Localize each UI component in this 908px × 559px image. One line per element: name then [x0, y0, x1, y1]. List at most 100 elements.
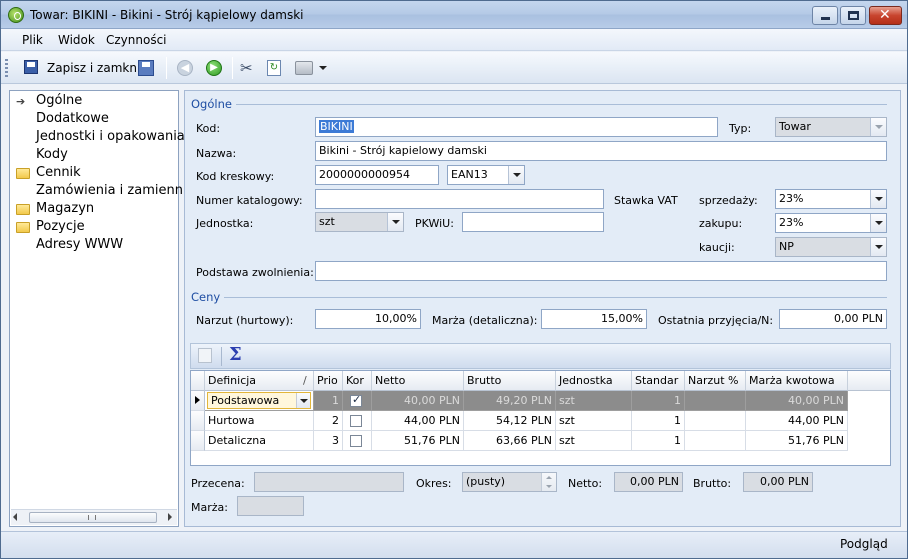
marza-input[interactable]: 15,00% [541, 309, 647, 329]
tree-item-jednostki[interactable]: Jednostki i opakowania [36, 129, 185, 144]
kor-cell[interactable] [343, 411, 372, 431]
menu-widok[interactable]: Widok [58, 33, 95, 47]
scroll-right-icon[interactable] [168, 513, 172, 521]
definicja-cell[interactable]: Detaliczna [205, 431, 314, 451]
narzut-input[interactable]: 10,00% [315, 309, 421, 329]
scroll-left-icon[interactable] [13, 513, 17, 521]
kod-input[interactable]: BIKINI [315, 117, 718, 137]
column-header-prio[interactable]: Prio [314, 371, 343, 391]
table-row[interactable]: Hurtowa 2 44,00 PLN 54,12 PLN szt 1 44,0… [191, 411, 848, 431]
horizontal-scrollbar[interactable] [11, 509, 177, 525]
kor-cell[interactable]: ✓ [343, 391, 372, 411]
ean-type-select[interactable]: EAN13 [447, 165, 525, 185]
netto-value: 0,00 PLN [614, 472, 683, 492]
podstawa-zwolnienia-label: Podstawa zwolnienia: [196, 266, 314, 279]
back-icon[interactable]: ◀ [177, 60, 193, 76]
toolbar: Zapisz i zamknij ◀ ▶ ✂ ↻ [1, 52, 907, 84]
column-header-jednostka[interactable]: Jednostka [556, 371, 632, 391]
pkwiu-input[interactable] [462, 212, 604, 232]
column-header-standard[interactable]: Standar [632, 371, 685, 391]
definicja-select[interactable]: Podstawowa [207, 392, 311, 409]
tree-item-dodatkowe[interactable]: Dodatkowe [36, 111, 109, 126]
podstawa-zwolnienia-input[interactable] [315, 261, 887, 281]
table-row[interactable]: Detaliczna 3 51,76 PLN 63,66 PLN szt 1 5… [191, 431, 848, 451]
nazwa-input[interactable]: Bikini - Strój kapielowy damski [315, 141, 887, 161]
status-mode: Podgląd [840, 537, 888, 551]
app-logo-icon [8, 7, 24, 23]
ean-dropdown-icon[interactable] [508, 166, 524, 184]
sort-icon: / [303, 374, 307, 387]
menu-plik[interactable]: Plik [22, 33, 43, 47]
kaucji-label: kaucji: [699, 241, 735, 254]
stawka-vat-label: Stawka VAT [614, 194, 678, 207]
vat-sprzedazy-select[interactable]: 23% [775, 189, 887, 209]
folder-icon [16, 222, 30, 233]
save-icon [24, 60, 38, 74]
zakupu-label: zakupu: [699, 217, 743, 230]
kor-cell[interactable] [343, 431, 372, 451]
column-header-netto[interactable]: Netto [372, 371, 464, 391]
prio-cell: 3 [314, 431, 343, 451]
close-button[interactable]: ✕ [869, 6, 902, 25]
vat-zakupu-select[interactable]: 23% [775, 213, 887, 233]
folder-icon [16, 168, 30, 179]
table-row[interactable]: Podstawowa 1 ✓ 40,00 PLN 49,20 PLN szt 1… [191, 391, 848, 411]
brutto-cell: 63,66 PLN [464, 431, 556, 451]
netto-cell: 51,76 PLN [372, 431, 464, 451]
scroll-thumb[interactable] [29, 512, 157, 523]
netto-label: Netto: [568, 477, 603, 490]
tools-icon[interactable]: ✂ [240, 59, 253, 77]
tree-item-cennik[interactable]: Cennik [36, 165, 81, 180]
brutto-cell: 54,12 PLN [464, 411, 556, 431]
column-header-definicja[interactable]: Definicja / [205, 371, 314, 391]
title-bar: Towar: BIKINI - Bikini - Strój kąpielowy… [1, 1, 907, 29]
print-icon[interactable] [295, 61, 313, 75]
print-dropdown-icon[interactable] [319, 66, 327, 70]
przecena-label: Przecena: [191, 477, 245, 490]
kod-kreskowy-input[interactable]: 2000000000954 [315, 165, 439, 185]
definicja-dropdown-icon[interactable] [296, 393, 310, 408]
grid-corner [191, 371, 205, 391]
maximize-button[interactable] [840, 6, 866, 25]
edit-icon[interactable] [198, 348, 212, 363]
column-header-narzut[interactable]: Narzut % [685, 371, 746, 391]
jednostka-dropdown-icon[interactable] [387, 213, 403, 231]
numer-katalogowy-input[interactable] [315, 189, 604, 209]
prices-grid-toolbar: Σ [190, 343, 891, 369]
jednostka-select[interactable]: szt [315, 212, 404, 232]
save-copy-icon[interactable] [138, 60, 154, 76]
tree-item-zamowienia[interactable]: Zamówienia i zamiennik [36, 183, 194, 198]
refresh-icon[interactable]: ↻ [267, 60, 281, 76]
section-title-ceny: Ceny [191, 290, 225, 304]
ostatnia-przyjecia-input[interactable]: 0,00 PLN [779, 309, 887, 329]
przecena-input [254, 472, 404, 492]
typ-label: Typ: [729, 122, 752, 135]
navigation-tree: ➔ Ogólne Dodatkowe Jednostki i opakowani… [9, 90, 194, 527]
kor-checkbox[interactable]: ✓ [350, 393, 362, 407]
definicja-cell[interactable]: Hurtowa [205, 411, 314, 431]
menu-czynnosci[interactable]: Czynności [106, 33, 167, 47]
kor-checkbox[interactable] [350, 435, 362, 447]
vat-kaucji-select[interactable]: NP [775, 237, 887, 257]
column-header-brutto[interactable]: Brutto [464, 371, 556, 391]
prices-grid: Definicja / Prio Kor Netto Brutto Jednos… [190, 370, 891, 466]
narzut-cell [685, 391, 746, 411]
vat-kaucji-dropdown-icon[interactable] [870, 238, 886, 256]
tree-item-kody[interactable]: Kody [36, 147, 68, 162]
check-icon: ✓ [352, 393, 362, 406]
column-header-marza-kwotowa[interactable]: Marża kwotowa [746, 371, 848, 391]
tree-item-magazyn[interactable]: Magazyn [36, 201, 94, 216]
minimize-button[interactable] [812, 6, 838, 25]
tree-item-adresy-www[interactable]: Adresy WWW [36, 237, 123, 252]
tree-item-pozycje[interactable]: Pozycje [36, 219, 85, 234]
kor-checkbox[interactable] [350, 415, 362, 427]
forward-icon[interactable]: ▶ [206, 60, 222, 76]
sum-icon[interactable]: Σ [229, 344, 242, 365]
column-header-kor[interactable]: Kor [343, 371, 372, 391]
definicja-cell[interactable]: Podstawowa [205, 391, 314, 411]
brutto-value: 0,00 PLN [743, 472, 813, 492]
typ-dropdown-icon [870, 118, 886, 136]
vat-sprzedazy-dropdown-icon[interactable] [870, 190, 886, 208]
tree-item-ogolne[interactable]: Ogólne [36, 93, 82, 108]
vat-zakupu-dropdown-icon[interactable] [870, 214, 886, 232]
